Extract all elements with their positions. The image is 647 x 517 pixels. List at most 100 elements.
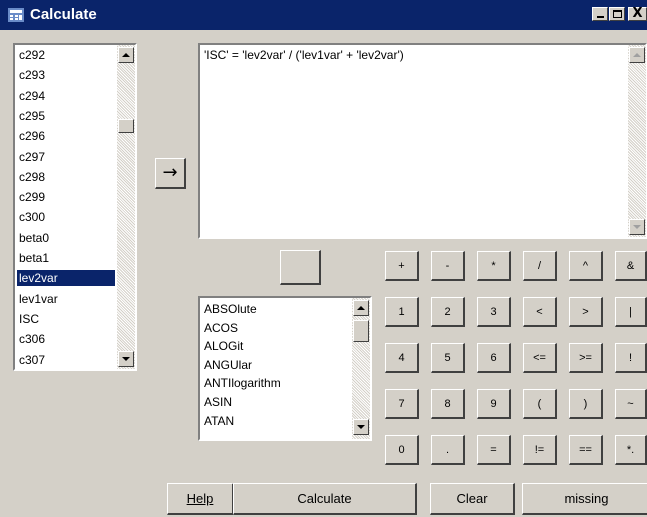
keypad-button[interactable]: <= [523,343,557,373]
keypad-button[interactable]: < [523,297,557,327]
variable-list-item[interactable]: c294 [17,88,115,104]
keypad-button[interactable]: != [523,435,557,465]
fn-scroll-thumb[interactable] [353,320,369,342]
keypad-button[interactable]: ( [523,389,557,419]
keypad-button[interactable]: 6 [477,343,511,373]
function-list-item[interactable]: ASIN [202,394,350,410]
variable-scrollbar[interactable] [117,45,135,369]
keypad-button[interactable]: ^ [569,251,603,281]
keypad-button[interactable]: 4 [385,343,419,373]
keypad-label: . [445,444,450,456]
keypad-button[interactable]: > [569,297,603,327]
keypad-button[interactable]: *. [615,435,647,465]
function-list-item[interactable]: ANGUlar [202,357,350,373]
scroll-down-button[interactable] [118,351,134,367]
maximize-button[interactable] [609,7,625,21]
arrow-down-icon [633,225,641,229]
close-icon: X [632,6,643,21]
function-list-item[interactable]: ANTIlogarithm [202,375,350,391]
function-scrollbar[interactable] [352,298,370,439]
keypad-label: * [491,260,496,272]
keypad-button[interactable]: 0 [385,435,419,465]
function-list-item[interactable]: ALOGit [202,338,350,354]
calculate-button[interactable]: Calculate [233,483,417,515]
keypad-label: 6 [490,352,497,364]
fn-scroll-up-button[interactable] [353,300,369,316]
variable-list-item[interactable]: c307 [17,352,115,368]
clear-button[interactable]: Clear [430,483,515,515]
expression-box[interactable]: 'ISC' = 'lev2var' / ('lev1var' + 'lev2va… [198,43,647,239]
keypad-label: == [579,444,592,456]
keypad-button[interactable]: 9 [477,389,511,419]
keypad-button[interactable]: 3 [477,297,511,327]
variable-list-item[interactable]: c306 [17,331,115,347]
app-icon [8,8,24,22]
blank-button[interactable] [280,250,321,285]
keypad-label: & [626,260,635,272]
keypad-label: / [537,260,542,272]
keypad-button[interactable]: >= [569,343,603,373]
keypad-label: < [536,306,543,318]
insert-variable-button[interactable]: → [155,158,186,189]
variable-list-item[interactable]: c297 [17,149,115,165]
close-button[interactable]: X [628,7,647,21]
keypad-button[interactable]: 7 [385,389,419,419]
variable-list-item[interactable]: c299 [17,189,115,205]
missing-label: missing [564,491,609,506]
variable-list-item[interactable]: beta1 [17,250,115,266]
variable-list-item[interactable]: ISC [17,311,115,327]
variable-list[interactable]: c292 c293 c294 c295 c296 c297 c298 c299 c300 beta… [13,43,137,371]
title-bar[interactable]: Calculate X [0,0,647,30]
expr-scroll-up-button[interactable] [629,47,645,63]
function-list-item[interactable]: ABSOlute [202,301,350,317]
help-button[interactable]: Help [167,483,234,515]
keypad-button[interactable]: 2 [431,297,465,327]
keypad-label: ( [537,398,542,410]
variable-list-item[interactable]: lev2var [17,270,115,287]
keypad-button[interactable]: + [385,251,419,281]
keypad-button[interactable]: ! [615,343,647,373]
keypad-label: 9 [490,398,497,410]
function-list-item[interactable]: ATAN [202,413,350,429]
keypad-button[interactable]: = [477,435,511,465]
keypad-button[interactable]: ~ [615,389,647,419]
keypad-button[interactable]: . [431,435,465,465]
variable-list-item[interactable]: lev1var [17,291,115,307]
expr-scroll-down-button[interactable] [629,219,645,235]
keypad-button[interactable]: - [431,251,465,281]
variable-list-item[interactable]: beta0 [17,230,115,246]
function-list[interactable]: ABSOlute ACOS ALOGit ANGUlar ANTIlogarithm AS… [198,296,372,441]
keypad-button[interactable]: 8 [431,389,465,419]
keypad-button[interactable]: 1 [385,297,419,327]
variable-list-item[interactable]: c296 [17,128,115,144]
keypad-button[interactable]: == [569,435,603,465]
minimize-icon [597,16,604,18]
function-list-item[interactable]: ACOS [202,320,350,336]
variable-list-item[interactable]: c295 [17,108,115,124]
keypad-label: 7 [398,398,405,410]
variable-list-item[interactable]: c300 [17,209,115,225]
keypad-button[interactable]: / [523,251,557,281]
variable-list-item[interactable]: c292 [17,47,115,63]
keypad-label: >= [579,352,592,364]
keypad-button[interactable]: 5 [431,343,465,373]
keypad-button[interactable]: & [615,251,647,281]
keypad-button[interactable]: * [477,251,511,281]
keypad-button[interactable]: | [615,297,647,327]
keypad-label: ! [628,352,633,364]
calculate-label: Calculate [297,491,352,506]
fn-scroll-down-button[interactable] [353,419,369,435]
expression-scrollbar[interactable] [628,45,646,237]
keypad-button[interactable]: ) [569,389,603,419]
missing-button[interactable]: missing [522,483,647,515]
variable-list-item[interactable]: c293 [17,67,115,83]
variable-list-item[interactable]: c298 [17,169,115,185]
keypad-label: 3 [490,306,497,318]
maximize-icon [613,10,622,18]
minimize-button[interactable] [592,7,608,21]
arrow-down-icon [357,425,365,429]
expression-text[interactable]: 'ISC' = 'lev2var' / ('lev1var' + 'lev2va… [204,48,404,62]
keypad-label: > [582,306,589,318]
scroll-thumb[interactable] [118,119,134,133]
scroll-up-button[interactable] [118,47,134,63]
